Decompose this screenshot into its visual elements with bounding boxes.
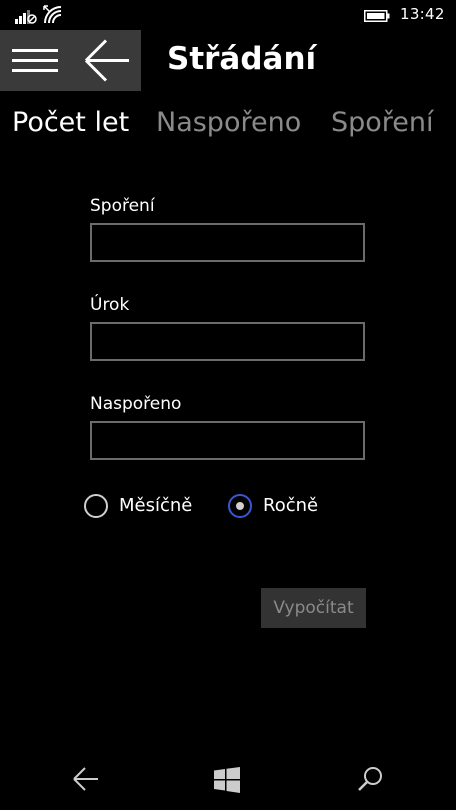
hamburger-menu-icon	[12, 49, 58, 72]
radio-mesicne-circle[interactable]	[84, 494, 108, 518]
back-arrow-icon	[84, 39, 129, 82]
sporeni-label: Spoření	[90, 196, 155, 216]
page-title: Střádání	[167, 41, 317, 77]
windows-logo-icon[interactable]	[214, 767, 240, 793]
urok-label: Úrok	[90, 295, 130, 315]
radio-mesicne-label: Měsíčně	[119, 495, 193, 516]
radio-rocne-label: Ročně	[263, 495, 319, 516]
tab-nasporeno[interactable]: Naspořeno	[156, 107, 301, 138]
nasporeno-input[interactable]	[90, 421, 365, 460]
urok-input[interactable]	[90, 322, 365, 361]
tab-pocet-let[interactable]: Počet let	[12, 107, 129, 138]
back-button[interactable]	[71, 30, 141, 91]
search-icon[interactable]	[356, 765, 384, 793]
battery-icon	[364, 10, 390, 22]
app-screen: 13:42 Střádání Počet let Naspořeno Spoře…	[0, 0, 456, 810]
hamburger-menu-button[interactable]	[0, 30, 71, 91]
wifi-icon	[43, 5, 62, 24]
signal-icon	[15, 10, 37, 24]
calculate-button[interactable]: Vypočítat	[261, 588, 366, 628]
radio-selected-dot	[236, 502, 244, 510]
radio-rocne-circle[interactable]	[228, 494, 252, 518]
sporeni-input[interactable]	[90, 223, 365, 262]
tab-sporeni[interactable]: Spoření	[331, 107, 434, 138]
clock-time: 13:42	[400, 5, 445, 23]
nasporeno-label: Naspořeno	[90, 394, 182, 414]
status-bar: 13:42	[0, 0, 456, 30]
nav-back-icon[interactable]	[72, 766, 100, 792]
